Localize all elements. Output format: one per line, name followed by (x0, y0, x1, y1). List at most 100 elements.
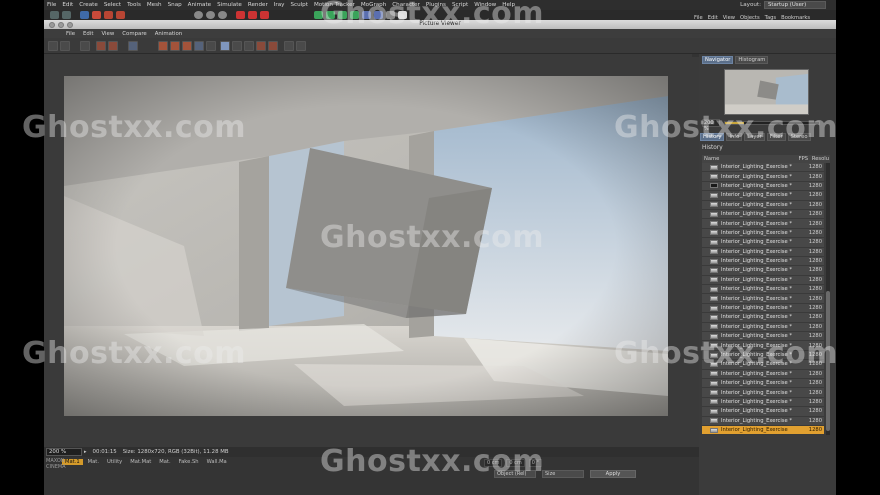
render-settings-icon[interactable] (260, 11, 269, 19)
history-row[interactable]: Interior_Lighting_Exercise * 1280 (702, 238, 824, 248)
deformer-icon[interactable] (362, 11, 371, 19)
interactive-region-icon[interactable] (268, 41, 278, 51)
menu-mograph[interactable]: MoGraph (358, 2, 389, 8)
cube-icon[interactable] (314, 11, 323, 19)
navigator-zoom-slider[interactable] (724, 120, 820, 125)
history-row[interactable]: Interior_Lighting_Exercise * 1280 (702, 341, 824, 351)
camera-icon[interactable] (386, 11, 395, 19)
move-icon[interactable] (92, 11, 101, 19)
spline-icon[interactable] (326, 11, 335, 19)
render-queue-icon[interactable] (170, 41, 180, 51)
layout-dropdown[interactable]: Startup (User) (764, 1, 826, 9)
tab-filter[interactable]: Filter (766, 133, 786, 141)
render-all-icon[interactable] (182, 41, 192, 51)
history-row[interactable]: Interior_Lighting_Exercise * 1280 (702, 172, 824, 182)
history-row[interactable]: Interior_Lighting_Exercise * 1280 (702, 322, 824, 333)
history-row[interactable]: Interior_Lighting_Exercise * 1280 (702, 200, 824, 210)
menu-snap[interactable]: Snap (165, 2, 185, 8)
size-mode-dropdown[interactable]: Size (542, 470, 584, 478)
menu-render[interactable]: Render (245, 2, 271, 8)
environment-icon[interactable] (374, 11, 383, 19)
history-row[interactable]: Interior_Lighting_Exercise * 1280 (702, 181, 824, 192)
history-row[interactable]: Interior_Lighting_Exercise * 1280 (702, 397, 824, 408)
tab-navigator[interactable]: Navigator (702, 56, 734, 64)
menu-help[interactable]: Help (499, 2, 518, 8)
toggle-alpha-icon[interactable] (284, 41, 294, 51)
history-row[interactable]: Interior_Lighting_Exercise * 1280 (702, 360, 824, 370)
coordinate-field[interactable]: 0 ° (528, 459, 543, 467)
undo-icon[interactable] (50, 11, 59, 19)
apply-button[interactable]: Apply (590, 470, 636, 478)
history-row[interactable]: Interior_Lighting_Exercise * 1280 (702, 228, 824, 239)
render-preview[interactable] (64, 76, 668, 416)
render-active-icon[interactable] (96, 41, 106, 51)
history-row[interactable]: Interior_Lighting_Exercise * 1280 (702, 285, 824, 295)
rotate-icon[interactable] (116, 11, 125, 19)
history-row[interactable]: Interior_Lighting_Exercise * 1280 (702, 388, 824, 398)
menu-sculpt[interactable]: Sculpt (287, 2, 310, 8)
coordinate-field[interactable]: 0 cm (506, 459, 525, 467)
render-icon[interactable] (158, 41, 168, 51)
live-select-icon[interactable] (80, 11, 89, 19)
history-scrollbar[interactable] (826, 163, 830, 435)
render-region-icon[interactable] (108, 41, 118, 51)
navigator-zoom-value[interactable]: 200 % (702, 118, 720, 132)
menu-animate[interactable]: Animate (185, 2, 214, 8)
pv-menu-edit[interactable]: Edit (79, 31, 97, 37)
history-row[interactable]: Interior_Lighting_Exercise * 1280 (702, 275, 824, 286)
history-row[interactable]: Interior_Lighting_Exercise * 1280 (702, 369, 824, 379)
menu-motion-tracker[interactable]: Motion Tracker (311, 2, 358, 8)
coordinate-mode-dropdown[interactable]: Object (Rel) (494, 470, 536, 478)
toggle-rgb-icon[interactable] (296, 41, 306, 51)
tab-histogram[interactable]: Histogram (735, 56, 769, 64)
tab-history[interactable]: History (700, 133, 725, 141)
menu-plugins[interactable]: Plugins (423, 2, 449, 8)
history-row[interactable]: Interior_Lighting_Exercise * 1280 (702, 303, 824, 314)
stop-render-icon[interactable] (80, 41, 90, 51)
menu-character[interactable]: Character (389, 2, 423, 8)
fit-icon[interactable] (206, 41, 216, 51)
pv-menu-compare[interactable]: Compare (118, 31, 150, 37)
tab-info[interactable]: Info (726, 133, 743, 141)
history-row[interactable]: Interior_Lighting_Exercise * 1280 (702, 191, 824, 201)
view-full-icon[interactable] (220, 41, 230, 51)
material-mat[interactable]: Mat. (156, 459, 173, 465)
menu-simulate[interactable]: Simulate (214, 2, 245, 8)
ab-compare-icon[interactable] (128, 41, 138, 51)
zoom-dropdown-icon[interactable]: ▸ (84, 449, 87, 455)
menu-tools[interactable]: Tools (124, 2, 144, 8)
history-row[interactable]: Interior_Lighting_Exercise * 1280 (702, 407, 824, 417)
z-axis-icon[interactable] (218, 11, 227, 19)
pv-menu-file[interactable]: File (62, 31, 79, 37)
pv-menu-animation[interactable]: Animation (151, 31, 186, 37)
menu-create[interactable]: Create (76, 2, 101, 8)
view-split-icon[interactable] (232, 41, 242, 51)
save-icon[interactable] (60, 41, 70, 51)
history-row[interactable]: Interior_Lighting_Exercise * 1280 (702, 416, 824, 426)
render-pv-icon[interactable] (248, 11, 257, 19)
menu-iray[interactable]: Iray (271, 2, 288, 8)
history-row[interactable]: Interior_Lighting_Exercise * 1280 (702, 209, 824, 220)
history-row[interactable]: Interior_Lighting_Exercise * 1280 (702, 313, 824, 323)
menu-script[interactable]: Script (449, 2, 471, 8)
coordinate-field[interactable]: 0 cm (484, 459, 503, 467)
menu-edit[interactable]: Edit (59, 2, 76, 8)
material-wall-ma[interactable]: Wall.Ma (204, 459, 230, 465)
material-mat-mat[interactable]: Mat.Mat (127, 459, 154, 465)
navigator-thumbnail[interactable] (724, 69, 809, 115)
region-icon[interactable] (244, 41, 254, 51)
scale-icon[interactable] (104, 11, 113, 19)
open-icon[interactable] (48, 41, 58, 51)
material-fake-sh[interactable]: Fake.Sh (176, 459, 202, 465)
history-scroll-thumb[interactable] (826, 291, 830, 431)
history-row[interactable]: Interior_Lighting_Exercise * 1280 (702, 219, 824, 229)
history-row[interactable]: Interior_Lighting_Exercise * 1280 (702, 378, 824, 389)
tab-layer[interactable]: Layer (744, 133, 765, 141)
history-row[interactable]: Interior_Lighting_Exercise * 1280 (702, 247, 824, 257)
snapshot-icon[interactable] (194, 41, 204, 51)
history-row[interactable]: Interior_Lighting_Exercise * 1280 (702, 163, 824, 173)
y-axis-icon[interactable] (206, 11, 215, 19)
array-icon[interactable] (350, 11, 359, 19)
menu-window[interactable]: Window (471, 2, 499, 8)
material-mat[interactable]: Mat. (85, 459, 102, 465)
